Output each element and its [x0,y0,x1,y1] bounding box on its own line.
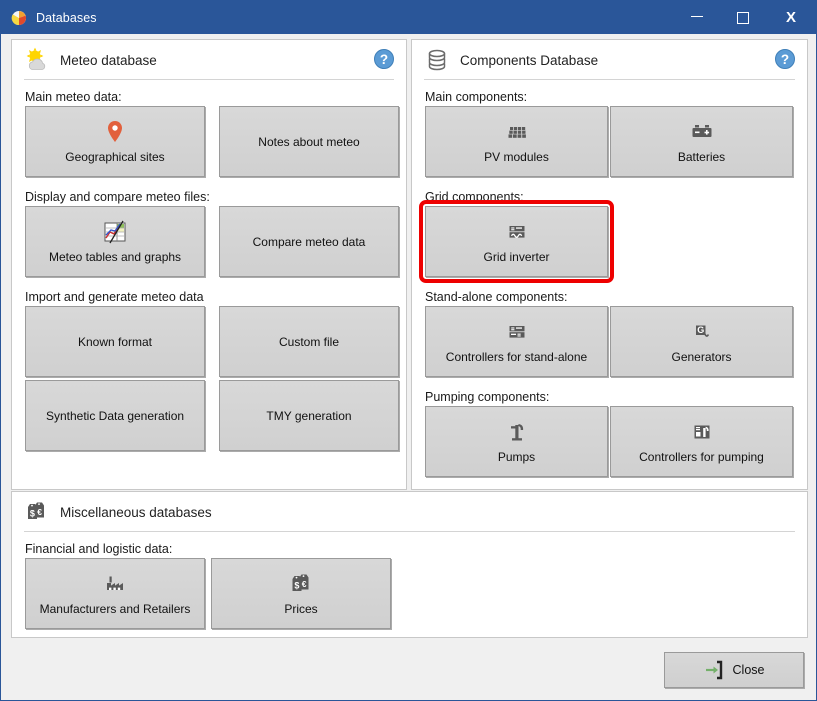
minimize-button[interactable] [674,1,720,34]
meteo-tables-and-graphs-label: Meteo tables and graphs [48,250,182,264]
group-label-financial-logistic: Financial and logistic data: [25,542,173,556]
manufacturers-and-retailers-label: Manufacturers and Retailers [39,602,191,616]
meteo-help-icon[interactable]: ? [374,49,394,69]
controllers-for-stand-alone-label: Controllers for stand-alone [445,350,588,364]
price-tags-icon: $ € [287,571,315,597]
custom-file-button[interactable]: Custom file [219,306,399,377]
group-label-grid-components: Grid components: [425,190,524,204]
exit-arrow-icon [704,660,724,680]
svg-text:€: € [37,507,42,517]
maximize-button[interactable] [720,1,766,34]
compare-meteo-data-label: Compare meteo data [252,234,366,249]
meteo-panel-title: Meteo database [60,52,157,68]
known-format-button[interactable]: Known format [25,306,205,377]
custom-file-label: Custom file [278,334,340,349]
grid-inverter-button[interactable]: Grid inverter [425,206,608,277]
components-database-panel: Components Database ? Main components: P… [411,39,808,490]
generator-icon: G [688,319,716,345]
close-button-label: Close [732,663,765,677]
synthetic-data-generation-button[interactable]: Synthetic Data generation [25,380,205,451]
group-label-main-components: Main components: [425,90,528,104]
prices-label: Prices [284,602,318,616]
grid-inverter-label: Grid inverter [483,250,550,264]
misc-header-divider [24,531,795,532]
pv-module-icon [503,119,531,145]
window-controls: X [674,1,816,34]
prices-button[interactable]: $ € Prices [211,558,391,629]
price-tags-icon: $ € [24,499,50,525]
meteo-header-divider [24,79,394,80]
pumps-label: Pumps [497,450,536,464]
title-bar: Databases X [1,1,816,34]
misc-panel-title: Miscellaneous databases [60,504,212,520]
controllers-for-pumping-label: Controllers for pumping [639,450,764,464]
manufacturers-and-retailers-button[interactable]: Manufacturers and Retailers [25,558,205,629]
svg-text:$: $ [294,581,299,591]
components-panel-title: Components Database [460,52,599,68]
geographical-sites-label: Geographical sites [65,150,165,164]
notes-about-meteo-button[interactable]: Notes about meteo [219,106,399,177]
batteries-button[interactable]: Batteries [610,106,793,177]
window-title: Databases [36,10,97,25]
sun-cloud-icon [24,47,50,73]
factory-icon [101,571,129,597]
notes-about-meteo-label: Notes about meteo [258,134,360,149]
components-panel-header: Components Database ? [412,40,807,80]
known-format-label: Known format [77,334,153,349]
compare-meteo-data-button[interactable]: Compare meteo data [219,206,399,277]
components-header-divider [424,79,795,80]
svg-text:€: € [302,579,307,589]
group-label-pumping-components: Pumping components: [425,390,550,404]
group-label-stand-alone: Stand-alone components: [425,290,568,304]
grid-inverter-icon [503,219,531,245]
pump-icon [503,419,531,445]
battery-icon [688,119,716,145]
synthetic-data-generation-label: Synthetic Data generation [45,408,185,423]
pv-modules-button[interactable]: PV modules [425,106,608,177]
batteries-label: Batteries [677,150,726,164]
close-window-button[interactable]: X [766,1,816,34]
close-button[interactable]: Close [664,652,804,688]
controllers-for-stand-alone-button[interactable]: Controllers for stand-alone [425,306,608,377]
meteo-database-panel: Meteo database ? Main meteo data: Geogra… [11,39,407,490]
chart-table-icon [101,219,129,245]
generators-button[interactable]: G Generators [610,306,793,377]
tmy-generation-label: TMY generation [266,408,352,423]
controller-icon [503,319,531,345]
svg-text:$: $ [30,509,35,519]
generators-label: Generators [671,350,732,364]
controllers-for-pumping-button[interactable]: Controllers for pumping [610,406,793,477]
pvsyst-logo-icon [11,10,27,26]
geographical-sites-button[interactable]: Geographical sites [25,106,205,177]
pumps-button[interactable]: Pumps [425,406,608,477]
pv-modules-label: PV modules [484,150,549,164]
components-help-icon[interactable]: ? [775,49,795,69]
miscellaneous-databases-panel: $ € Miscellaneous databases Financial an… [11,491,808,638]
group-label-import-generate: Import and generate meteo data [25,290,204,304]
pump-controller-icon [688,419,716,445]
database-cylinder-icon [424,47,450,73]
meteo-panel-header: Meteo database ? [12,40,406,80]
misc-panel-header: $ € Miscellaneous databases [12,492,807,532]
meteo-tables-and-graphs-button[interactable]: Meteo tables and graphs [25,206,205,277]
group-label-display-compare: Display and compare meteo files: [25,190,210,204]
tmy-generation-button[interactable]: TMY generation [219,380,399,451]
map-pin-icon [101,119,129,145]
group-label-main-meteo-data: Main meteo data: [25,90,122,104]
databases-window: Databases X Meteo database ? Main meteo … [0,0,817,701]
window-content: Meteo database ? Main meteo data: Geogra… [1,34,816,700]
